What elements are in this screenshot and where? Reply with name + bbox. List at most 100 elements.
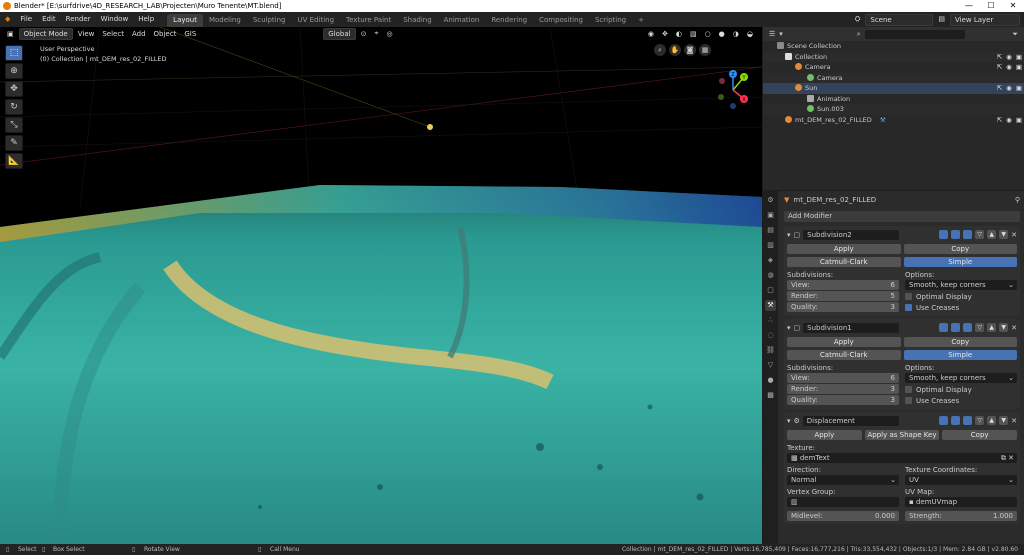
physics-tab-icon[interactable]: ◌	[765, 330, 776, 341]
use-creases-checkbox[interactable]: Use Creases	[905, 303, 1017, 314]
menu-file[interactable]: File	[15, 12, 37, 27]
render-toggle-icon[interactable]	[951, 323, 961, 332]
orientation-selector[interactable]: Global	[323, 27, 356, 40]
modifier-tab-icon[interactable]: ⚒	[765, 300, 776, 311]
editmode-toggle-icon[interactable]	[939, 323, 949, 332]
ortho-toggle-icon[interactable]: ▦	[699, 44, 711, 56]
apply-button[interactable]: Apply	[787, 430, 862, 440]
apply-button[interactable]: Apply	[787, 244, 901, 254]
scene-tab-icon[interactable]: ◈	[765, 255, 776, 266]
tab-rendering[interactable]: Rendering	[485, 14, 533, 27]
render-camera-icon[interactable]: ▣	[1016, 115, 1022, 126]
data-tab-icon[interactable]: ▽	[765, 360, 776, 371]
quality-field[interactable]: Quality: 3	[787, 302, 899, 312]
mode-selector[interactable]: Object Mode	[18, 27, 73, 40]
view-levels-field[interactable]: View: 6	[787, 373, 899, 383]
select-toggle-icon[interactable]: ⇱	[997, 62, 1002, 73]
tab-compositing[interactable]: Compositing	[533, 14, 589, 27]
navigation-gizmo[interactable]: X Y Z	[712, 69, 754, 111]
uv-smooth-dropdown[interactable]: Smooth, keep corners ⌄	[905, 280, 1017, 290]
modifier-name-field[interactable]: Displacement	[802, 415, 899, 426]
tab-uv-editing[interactable]: UV Editing	[292, 14, 341, 27]
eye-icon[interactable]: ◉	[1006, 115, 1012, 126]
vertex-group-field[interactable]: ▥	[787, 497, 899, 507]
select-tool-icon[interactable]: ⬚	[5, 45, 23, 61]
simple-option[interactable]: Simple	[903, 350, 1017, 360]
collapse-arrow-icon[interactable]: ▾	[787, 324, 791, 332]
optimal-display-checkbox[interactable]: Optimal Display	[905, 292, 1017, 303]
cage-toggle-icon[interactable]: ▽	[975, 230, 985, 239]
move-tool-icon[interactable]: ✥	[5, 81, 23, 97]
visibility-icon[interactable]: ◉	[645, 30, 657, 38]
texture-tab-icon[interactable]: ▩	[765, 390, 776, 401]
xray-icon[interactable]: ▧	[687, 30, 700, 38]
quality-field[interactable]: Quality: 3	[787, 395, 899, 405]
gizmo-toggle-icon[interactable]: ✥	[659, 30, 671, 38]
remove-modifier-icon[interactable]: ✕	[1011, 324, 1017, 332]
menu-edit[interactable]: Edit	[37, 12, 61, 27]
view-levels-field[interactable]: View: 6	[787, 280, 899, 290]
scale-tool-icon[interactable]: ⤡	[5, 117, 23, 133]
editor-type-3d-icon[interactable]: ▣	[4, 30, 17, 38]
outliner-row-sun-data[interactable]: Sun.003	[763, 104, 1024, 115]
menu-view[interactable]: View	[75, 30, 98, 38]
editmode-toggle-icon[interactable]	[939, 230, 949, 239]
remove-modifier-icon[interactable]: ✕	[1011, 231, 1017, 239]
uv-map-field[interactable]: ▪ demUVmap	[905, 497, 1017, 507]
minimize-button[interactable]: —	[958, 0, 980, 12]
select-toggle-icon[interactable]: ⇱	[997, 52, 1002, 63]
menu-help[interactable]: Help	[133, 12, 159, 27]
filter-icon[interactable]: ⏷	[1012, 30, 1018, 39]
render-camera-icon[interactable]: ▣	[1016, 62, 1022, 73]
material-tab-icon[interactable]: ●	[765, 375, 776, 386]
select-toggle-icon[interactable]: ⇱	[997, 115, 1002, 126]
tab-animation[interactable]: Animation	[438, 14, 486, 27]
shading-wire-icon[interactable]: ○	[702, 30, 714, 38]
simple-option[interactable]: Simple	[903, 257, 1017, 267]
texture-selector[interactable]: ▩ demText ⧉ ✕	[787, 453, 1017, 463]
apply-as-shape-key-button[interactable]: Apply as Shape Key	[864, 430, 940, 440]
outliner-row-scene-collection[interactable]: Scene Collection	[763, 41, 1024, 52]
outliner-row-collection[interactable]: Collection ⇱ ◉ ▣	[763, 51, 1024, 63]
optimal-display-checkbox[interactable]: Optimal Display	[905, 385, 1017, 396]
collapse-arrow-icon[interactable]: ▾	[787, 231, 791, 239]
render-camera-icon[interactable]: ▣	[1016, 52, 1022, 63]
outliner-row-animation[interactable]: Animation	[763, 94, 1024, 105]
viewport-toggle-icon[interactable]	[963, 323, 973, 332]
editor-type-icon[interactable]: ◆	[0, 12, 15, 27]
proportional-edit-icon[interactable]: ◎	[383, 30, 395, 38]
viewport-toggle-icon[interactable]	[963, 416, 973, 425]
shading-rendered-icon[interactable]: ◒	[744, 30, 756, 38]
apply-button[interactable]: Apply	[787, 337, 901, 347]
world-tab-icon[interactable]: ◍	[765, 270, 776, 281]
move-down-icon[interactable]: ▼	[999, 230, 1009, 239]
uv-smooth-dropdown[interactable]: Smooth, keep corners ⌄	[905, 373, 1017, 383]
outliner-search-input[interactable]	[864, 29, 965, 39]
menu-render[interactable]: Render	[61, 12, 96, 27]
add-modifier-dropdown[interactable]: Add Modifier	[784, 211, 1020, 222]
render-toggle-icon[interactable]	[951, 416, 961, 425]
tool-tab-icon[interactable]: ⚙	[765, 195, 776, 206]
shading-solid-icon[interactable]: ●	[716, 30, 728, 38]
view-layer-selector[interactable]: View Layer	[950, 13, 1020, 26]
texture-actions-icons[interactable]: ⧉ ✕	[1001, 453, 1014, 463]
copy-button[interactable]: Copy	[942, 430, 1018, 440]
rotate-tool-icon[interactable]: ↻	[5, 99, 23, 115]
move-up-icon[interactable]: ▲	[987, 323, 997, 332]
tab-scripting[interactable]: Scripting	[589, 14, 632, 27]
annotate-tool-icon[interactable]: ✎	[5, 135, 23, 151]
tab-shading[interactable]: Shading	[397, 14, 437, 27]
viewport-toggle-icon[interactable]	[963, 230, 973, 239]
outliner-row-camera-data[interactable]: Camera	[763, 72, 1024, 83]
catmull-clark-option[interactable]: Catmull-Clark	[787, 350, 901, 360]
zoom-icon[interactable]: ⌕	[654, 44, 666, 56]
menu-gis[interactable]: GIS	[181, 30, 199, 38]
strength-field[interactable]: Strength: 1.000	[905, 511, 1017, 521]
collapse-arrow-icon[interactable]: ▾	[787, 417, 791, 425]
menu-object[interactable]: Object	[151, 30, 180, 38]
copy-button[interactable]: Copy	[903, 244, 1017, 254]
modifier-name-field[interactable]: Subdivision1	[803, 322, 900, 333]
menu-window[interactable]: Window	[96, 12, 134, 27]
menu-add[interactable]: Add	[129, 30, 149, 38]
output-tab-icon[interactable]: ▤	[765, 225, 776, 236]
